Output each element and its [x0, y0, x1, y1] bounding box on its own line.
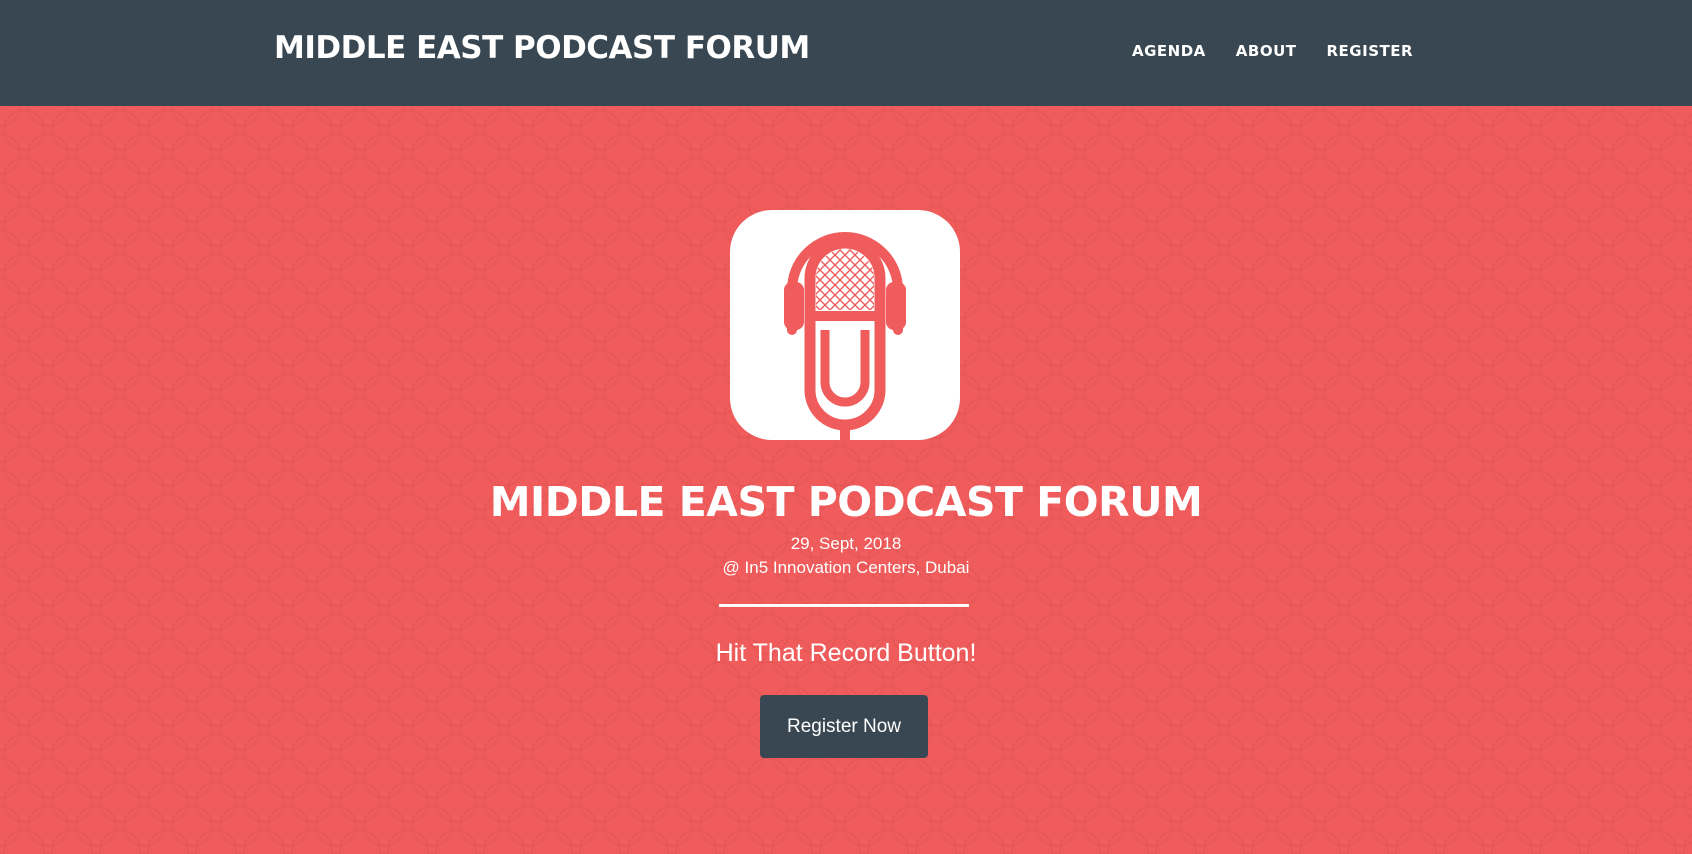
nav-link-agenda[interactable]: AGENDA	[1132, 42, 1206, 60]
event-venue: @ In5 Innovation Centers, Dubai	[722, 558, 970, 577]
nav-links: AGENDA ABOUT REGISTER	[1132, 42, 1443, 60]
nav-link-register[interactable]: REGISTER	[1327, 42, 1414, 60]
divider	[719, 604, 969, 607]
brand-link[interactable]: MIDDLE EAST PODCAST FORUM	[274, 30, 810, 66]
hero-title: MIDDLE EAST PODCAST FORUM	[489, 478, 1203, 526]
tagline: Hit That Record Button!	[715, 639, 977, 667]
hero-section: MIDDLE EAST PODCAST FORUM 29, Sept, 2018…	[0, 106, 1692, 854]
podcast-microphone-icon	[730, 210, 960, 440]
nav-link-about[interactable]: ABOUT	[1236, 42, 1297, 60]
register-now-button[interactable]: Register Now	[760, 695, 928, 758]
event-date: 29, Sept, 2018	[790, 534, 902, 553]
top-navbar: MIDDLE EAST PODCAST FORUM AGENDA ABOUT R…	[0, 0, 1692, 106]
